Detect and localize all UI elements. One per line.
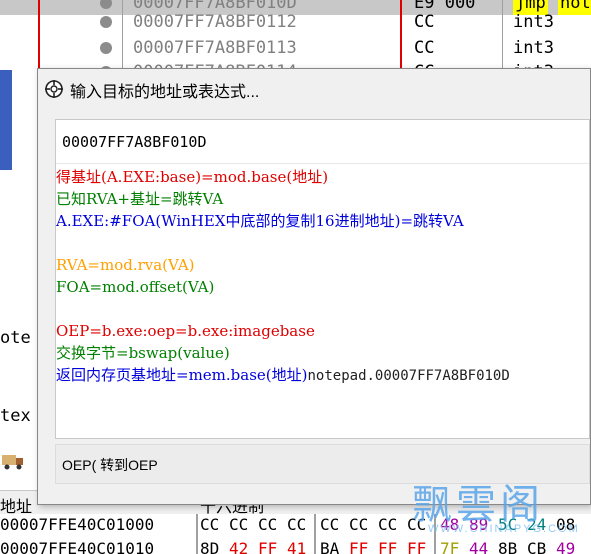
hex-byte[interactable]: CC (287, 514, 306, 536)
breakpoint-dot-icon[interactable] (100, 16, 112, 28)
help-text-base: 得基址(A.EXE:base)=mod.base(地址) (56, 168, 329, 186)
watermark-logo: 飘雲阁 (412, 482, 544, 528)
help-text-mem-base-label: 返回内存页基地址=mem.base(地址) (56, 366, 308, 384)
hex-byte[interactable]: FF (407, 538, 426, 554)
hex-byte[interactable]: 41 (287, 538, 306, 554)
column-divider (502, 0, 503, 70)
hex-byte[interactable]: 7F (440, 538, 459, 554)
hex-byte[interactable]: CC (378, 514, 397, 536)
hex-address: 00007FFE40C01010 (0, 539, 155, 554)
expression-input[interactable] (56, 120, 589, 164)
disasm-bytes: CC (414, 38, 435, 58)
hex-byte[interactable]: 8D (200, 538, 219, 554)
hex-byte[interactable]: 8B (498, 538, 517, 554)
hex-byte[interactable]: FF (378, 538, 397, 554)
disasm-bytes: CC (414, 12, 435, 32)
side-text: ote (0, 328, 31, 348)
crosshair-icon (45, 80, 63, 98)
help-text-rva-jump: 已知RVA+基址=跳转VA (56, 190, 224, 208)
help-text-rva: RVA=mod.rva(VA) (56, 256, 195, 274)
hex-byte[interactable]: CC (229, 514, 248, 536)
dialog-body: 得基址(A.EXE:base)=mod.base(地址) 已知RVA+基址=跳转… (55, 119, 590, 439)
disasm-address: 00007FF7A8BF0113 (133, 38, 297, 58)
help-text-foa-jump: A.EXE:#FOA(WinHEX中底部的复制16进制地址)=跳转VA (56, 212, 464, 230)
resolved-address: notepad.00007FF7A8BF010D (307, 368, 510, 384)
truck-icon (2, 455, 23, 470)
hex-byte[interactable]: CC (320, 514, 339, 536)
dialog-titlebar[interactable]: 输入目标的地址或表达式... (38, 69, 590, 107)
hex-byte[interactable]: CB (527, 538, 546, 554)
hex-byte[interactable]: CC (349, 514, 368, 536)
help-text-foa: FOA=mod.offset(VA) (56, 278, 215, 296)
disassembly-view[interactable]: 00007FF7A8BF010D E9 000 jmp not 00007FF7… (0, 0, 591, 70)
jump-arrow-bar (0, 70, 12, 170)
breakpoint-dot-icon[interactable] (100, 0, 112, 9)
goto-expression-dialog[interactable]: 输入目标的地址或表达式... 得基址(A.EXE:base)=mod.base(… (37, 68, 591, 505)
side-text: tex (0, 406, 31, 426)
hex-byte[interactable]: FF (349, 538, 368, 554)
help-text-bswap: 交换字节=bswap(value) (56, 344, 230, 362)
help-text-mem-base: 返回内存页基地址=mem.base(地址)notepad.00007FF7A8B… (56, 365, 510, 386)
help-text-oep: OEP=b.exe:oep=b.exe:imagebase (56, 322, 315, 340)
hex-address: 00007FFE40C01000 (0, 515, 155, 534)
hex-byte[interactable]: 42 (229, 538, 248, 554)
hex-byte[interactable]: 44 (469, 538, 488, 554)
column-divider (314, 514, 316, 554)
status-text: OEP( 转到OEP (62, 457, 158, 473)
column-divider (196, 514, 198, 554)
hex-byte[interactable]: BA (320, 538, 339, 554)
hex-byte[interactable]: CC (200, 514, 219, 536)
column-divider (122, 0, 123, 70)
breakpoint-dot-icon[interactable] (100, 42, 112, 54)
disasm-address: 00007FF7A8BF0112 (133, 12, 297, 32)
left-side-panel: ote tex (0, 70, 40, 490)
hex-byte[interactable]: CC (258, 514, 277, 536)
disasm-instruction: int3 (513, 38, 554, 58)
disasm-instruction: int3 (513, 12, 554, 32)
hex-byte[interactable]: FF (258, 538, 277, 554)
watermark-url: WWW.CHINAPYG.COM (428, 523, 580, 535)
dialog-title: 输入目标的地址或表达式... (70, 84, 260, 101)
jump-arrow-line (38, 0, 40, 70)
column-divider-red (400, 0, 402, 70)
hex-byte[interactable]: 49 (556, 538, 575, 554)
